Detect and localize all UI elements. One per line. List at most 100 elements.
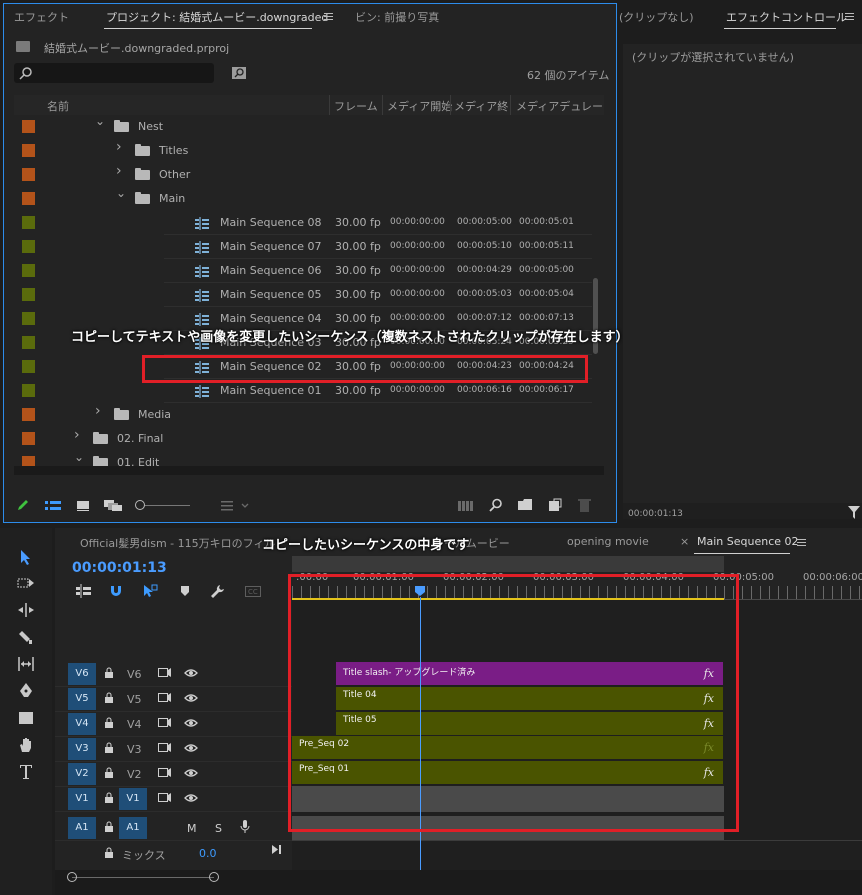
label-color-swatch[interactable] (22, 216, 35, 229)
freeform-view-icon[interactable] (103, 499, 123, 512)
find-icon[interactable] (489, 498, 503, 512)
tab-timeline-official[interactable]: Official髪男dism - 115万キロのフィル (80, 535, 275, 551)
source-patch-v1[interactable]: V1 (68, 788, 96, 810)
list-view-icon[interactable] (45, 500, 61, 512)
track-target-v6[interactable]: V6 (127, 668, 142, 681)
folder-row[interactable]: › 02. Final (14, 427, 592, 451)
horizontal-scrollbar-track[interactable] (14, 466, 604, 475)
label-color-swatch[interactable] (22, 144, 35, 157)
label-color-swatch[interactable] (22, 384, 35, 397)
folder-row[interactable]: › Media (14, 403, 592, 427)
label-color-swatch[interactable] (22, 168, 35, 181)
eye-icon[interactable] (184, 743, 198, 756)
chevron-down-icon[interactable]: ⌄ (95, 115, 105, 127)
type-tool[interactable] (13, 761, 39, 783)
label-color-swatch[interactable] (22, 288, 35, 301)
insert-nest-icon[interactable] (76, 584, 92, 598)
new-bin-icon[interactable] (518, 499, 533, 511)
sync-lock-icon[interactable] (158, 718, 172, 731)
automate-to-sequence-icon[interactable] (458, 499, 474, 512)
label-color-swatch[interactable] (22, 360, 35, 373)
new-item-icon[interactable] (548, 498, 562, 512)
lock-icon[interactable] (104, 767, 114, 781)
sequence-row[interactable]: Main Sequence 05 30.00 fp 00:00:00:00 00:00… (14, 283, 592, 307)
source-patch-v3[interactable]: V3 (68, 738, 96, 760)
chevron-down-icon[interactable]: ⌄ (74, 451, 84, 463)
eye-icon[interactable] (184, 793, 198, 806)
lock-icon[interactable] (104, 692, 114, 706)
label-color-swatch[interactable] (22, 312, 35, 325)
lock-icon[interactable] (104, 821, 114, 835)
track-select-tool[interactable] (13, 572, 39, 594)
sync-lock-icon[interactable] (158, 768, 172, 781)
work-area-bar[interactable] (292, 556, 724, 572)
filter-icon[interactable] (848, 506, 860, 520)
selection-tool[interactable] (13, 546, 39, 568)
zoom-handle-right[interactable] (209, 872, 219, 882)
go-to-end-icon[interactable] (271, 844, 283, 855)
source-patch-v6[interactable]: V6 (68, 663, 96, 685)
label-color-swatch[interactable] (22, 240, 35, 253)
tab-project[interactable]: プロジェクト: 結婚式ムービー.downgraded (106, 9, 328, 25)
track-target-a1[interactable]: A1 (119, 817, 147, 839)
add-marker-icon[interactable] (180, 585, 190, 597)
track-target-v5[interactable]: V5 (127, 693, 142, 706)
chevron-down-icon[interactable]: ⌄ (116, 187, 126, 199)
zoom-slider-handle[interactable] (135, 500, 145, 510)
chevron-right-icon[interactable]: › (116, 140, 124, 154)
tab-clip-none[interactable]: (クリップなし) (619, 9, 694, 25)
label-color-swatch[interactable] (22, 120, 35, 133)
chevron-right-icon[interactable]: › (74, 428, 82, 442)
ripple-edit-tool[interactable] (13, 599, 39, 621)
lock-icon[interactable] (104, 667, 114, 681)
sequence-row[interactable]: Main Sequence 06 30.00 fp 00:00:00:00 00:00… (14, 259, 592, 283)
folder-row[interactable]: ⌄ Main (14, 187, 592, 211)
icon-view-icon[interactable] (76, 500, 90, 512)
lock-icon[interactable] (104, 717, 114, 731)
microphone-icon[interactable] (240, 820, 250, 837)
captions-icon[interactable]: CC (245, 586, 261, 597)
mix-value[interactable]: 0.0 (199, 847, 217, 860)
search-input[interactable] (14, 63, 214, 83)
source-patch-a1[interactable]: A1 (68, 817, 96, 839)
sync-lock-icon[interactable] (158, 743, 172, 756)
label-color-swatch[interactable] (22, 264, 35, 277)
project-panel-menu-icon[interactable] (324, 13, 333, 20)
lock-icon[interactable] (104, 792, 114, 806)
zoom-handle-left[interactable] (67, 872, 77, 882)
sort-icon[interactable] (221, 500, 253, 512)
source-patch-v2[interactable]: V2 (68, 763, 96, 785)
track-target-v1[interactable]: V1 (119, 788, 147, 810)
sync-lock-icon[interactable] (158, 668, 172, 681)
linked-selection-icon[interactable] (143, 584, 158, 598)
source-patch-v5[interactable]: V5 (68, 688, 96, 710)
column-frame[interactable]: フレーム (334, 95, 378, 115)
sync-lock-icon[interactable] (158, 693, 172, 706)
pencil-icon[interactable] (16, 498, 30, 512)
tab-timeline-opening[interactable]: opening movie (567, 535, 649, 548)
tab-bin[interactable]: ビン: 前撮り写真 (355, 9, 439, 25)
track-target-v3[interactable]: V3 (127, 743, 142, 756)
chevron-right-icon[interactable]: › (95, 404, 103, 418)
timeline-zoom-bar[interactable] (72, 877, 214, 878)
razor-tool[interactable] (13, 626, 39, 648)
eye-icon[interactable] (184, 693, 198, 706)
chevron-right-icon[interactable]: › (116, 164, 124, 178)
new-search-bin-icon[interactable] (231, 66, 247, 80)
tab-effects[interactable]: エフェクト (14, 9, 69, 25)
track-target-v2[interactable]: V2 (127, 768, 142, 781)
column-media-start[interactable]: メディア開始 (387, 95, 452, 115)
sync-lock-icon[interactable] (158, 793, 172, 806)
source-patch-v4[interactable]: V4 (68, 713, 96, 735)
sequence-row[interactable]: Main Sequence 07 30.00 fp 00:00:00:00 00:00… (14, 235, 592, 259)
label-color-swatch[interactable] (22, 192, 35, 205)
effect-controls-menu-icon[interactable] (845, 13, 854, 20)
tab-timeline-main-seq-02[interactable]: Main Sequence 02 (697, 535, 799, 548)
label-color-swatch[interactable] (22, 408, 35, 421)
snap-icon[interactable] (109, 584, 123, 598)
timeline-menu-icon[interactable] (797, 539, 806, 546)
zoom-slider[interactable] (145, 505, 190, 506)
wrench-icon[interactable] (210, 584, 225, 599)
solo-button[interactable]: S (215, 822, 222, 835)
close-tab-icon[interactable]: × (680, 535, 689, 548)
